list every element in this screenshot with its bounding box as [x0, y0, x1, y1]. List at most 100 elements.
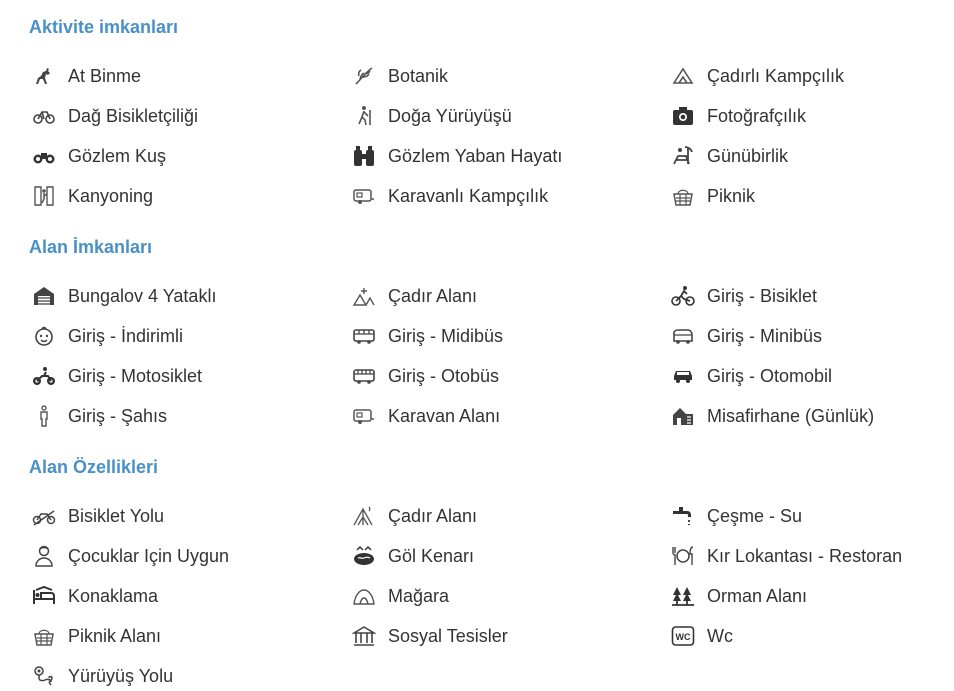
amenity-item: Mağara	[350, 582, 449, 610]
amenity-item: Çadırlı Kampçılık	[669, 62, 844, 90]
tent-icon	[669, 62, 697, 90]
amenity-label: Dağ Bisikletçiliği	[68, 105, 199, 126]
picnic-basket-icon	[669, 182, 697, 210]
tent-outline-icon	[350, 502, 378, 530]
amenity-label: Kır Lokantası - Restoran	[707, 545, 903, 566]
binoculars-large-icon	[350, 142, 378, 170]
amenity-label: Gözlem Kuş	[68, 145, 167, 166]
amenity-label: Mağara	[388, 585, 450, 606]
section-title: Alan Özellikleri	[29, 457, 159, 477]
motorcycle-icon	[30, 362, 58, 390]
amenity-item: Botanik	[350, 62, 448, 90]
camera-icon	[669, 102, 697, 130]
amenity-label: Karavan Alanı	[388, 405, 501, 426]
amenity-label: Giriş - Otobüs	[388, 365, 500, 386]
amenity-item: At Binme	[30, 62, 141, 90]
leaf-icon	[350, 62, 378, 90]
bus-icon	[350, 362, 378, 390]
lake-icon	[350, 542, 378, 570]
amenity-item: Giriş - Şahıs	[30, 402, 167, 430]
amenity-label: Çadırlı Kampçılık	[707, 65, 845, 86]
amenity-item: Giriş - Otobüs	[350, 362, 499, 390]
amenity-label: Giriş - Bisiklet	[707, 285, 818, 306]
amenity-item: Bisiklet Yolu	[30, 502, 164, 530]
minibus-icon	[669, 322, 697, 350]
amenity-label: Çeşme - Su	[707, 505, 803, 526]
amenity-item: Giriş - Otomobil	[669, 362, 832, 390]
cave-icon	[350, 582, 378, 610]
amenity-label: Doğa Yürüyüşü	[388, 105, 512, 126]
amenity-item: Orman Alanı	[669, 582, 807, 610]
horse-riding-icon	[30, 62, 58, 90]
amenity-label: Bisiklet Yolu	[68, 505, 165, 526]
amenity-item: Günübirlik	[669, 142, 788, 170]
wc-icon: WC	[669, 622, 697, 650]
faucet-icon	[669, 502, 697, 530]
amenity-item: Bungalov 4 Yataklı	[30, 282, 216, 310]
amenity-label: Botanik	[388, 65, 449, 86]
picnic-basket-icon	[30, 622, 58, 650]
amenity-item: Fotoğrafçılık	[669, 102, 806, 130]
amenity-item: Kanyoning	[30, 182, 153, 210]
car-icon	[669, 362, 697, 390]
svg-text:WC: WC	[676, 632, 691, 642]
amenity-label: Misafirhane (Günlük)	[707, 405, 875, 426]
amenity-item: Gözlem Kuş	[30, 142, 166, 170]
hiker-icon	[350, 102, 378, 130]
amenity-label: Çadır Alanı	[388, 505, 478, 526]
amenity-label: Yürüyüş Yolu	[68, 665, 174, 686]
amenity-label: Fotoğrafçılık	[707, 105, 807, 126]
amenity-item: Çocuklar Için Uygun	[30, 542, 229, 570]
bike-path-icon	[30, 502, 58, 530]
section-title: Aktivite imkanları	[29, 17, 179, 37]
amenity-item: Piknik	[669, 182, 755, 210]
social-facility-icon	[350, 622, 378, 650]
bungalow-icon	[30, 282, 58, 310]
forest-icon	[669, 582, 697, 610]
binoculars-icon	[30, 142, 58, 170]
cyclist-icon	[669, 282, 697, 310]
amenity-item: Konaklama	[30, 582, 158, 610]
amenity-label: Giriş - Motosiklet	[68, 365, 203, 386]
restaurant-icon	[669, 542, 697, 570]
amenity-label: Wc	[707, 625, 733, 646]
bicycle-icon	[30, 102, 58, 130]
amenity-label: Piknik	[707, 185, 756, 206]
amenity-item: Sosyal Tesisler	[350, 622, 508, 650]
caravan-icon	[350, 402, 378, 430]
amenity-item: WC Wc	[669, 622, 733, 650]
amenity-label: Günübirlik	[707, 145, 789, 166]
amenity-label: Kanyoning	[68, 185, 154, 206]
amenity-label: Göl Kenarı	[388, 545, 475, 566]
amenity-label: Orman Alanı	[707, 585, 808, 606]
amenity-label: Konaklama	[68, 585, 159, 606]
amenity-item: Giriş - Bisiklet	[669, 282, 817, 310]
amenity-item: Karavanlı Kampçılık	[350, 182, 548, 210]
amenity-item: Gözlem Yaban Hayatı	[350, 142, 562, 170]
amenity-label: Çadır Alanı	[388, 285, 478, 306]
amenity-item: Çadır Alanı	[350, 282, 477, 310]
amenity-item: Kır Lokantası - Restoran	[669, 542, 902, 570]
amenity-label: Çocuklar Için Uygun	[68, 545, 230, 566]
canyoning-icon	[30, 182, 58, 210]
child-face-icon	[30, 322, 58, 350]
bed-icon	[30, 582, 58, 610]
amenity-item: Karavan Alanı	[350, 402, 500, 430]
amenity-label: Karavanlı Kampçılık	[388, 185, 549, 206]
midibus-icon	[350, 322, 378, 350]
amenity-item: Dağ Bisikletçiliği	[30, 102, 198, 130]
amenity-item: Çeşme - Su	[669, 502, 802, 530]
person-icon	[30, 402, 58, 430]
amenity-label: Gözlem Yaban Hayatı	[388, 145, 563, 166]
camp-area-icon	[350, 282, 378, 310]
amenity-item: Misafirhane (Günlük)	[669, 402, 874, 430]
beach-chair-icon	[669, 142, 697, 170]
amenity-item: Giriş - Motosiklet	[30, 362, 202, 390]
section-title: Alan İmkanları	[29, 237, 153, 257]
amenity-label: At Binme	[68, 65, 142, 86]
amenity-label: Giriş - İndirimli	[68, 325, 183, 346]
walking-path-icon	[30, 662, 58, 690]
amenity-label: Giriş - Şahıs	[68, 405, 168, 426]
caravan-icon	[350, 182, 378, 210]
amenity-label: Giriş - Midibüs	[388, 325, 504, 346]
